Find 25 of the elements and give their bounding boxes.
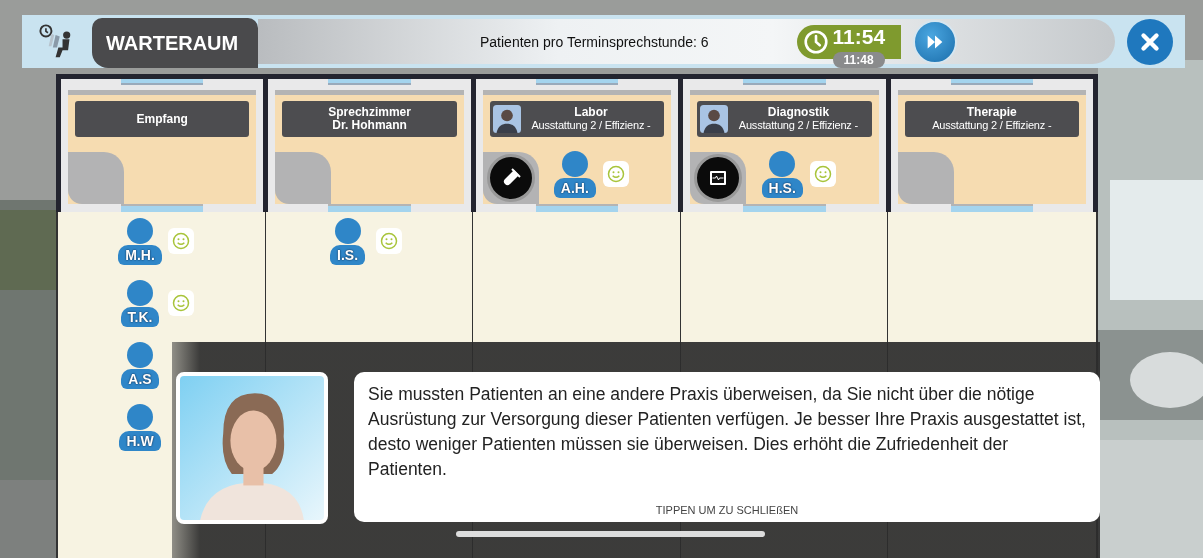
patient-figure: I.S. (323, 218, 372, 265)
screen-title: WARTERAUM (92, 18, 258, 68)
clock-icon (802, 28, 829, 55)
patient-figure: H.W (116, 404, 164, 451)
close-button[interactable] (1127, 18, 1173, 65)
room-name: Sprechzimmer Dr. Hohmann (327, 106, 412, 132)
fast-forward-button[interactable] (912, 19, 957, 64)
patient-figure: A.S (116, 342, 164, 389)
room-details: Ausstattung 2 / Effizienz - (737, 119, 859, 132)
previous-time: 11:48 (832, 51, 885, 68)
dialog-overlay[interactable] (172, 342, 1100, 558)
patient-figure: A.H. (550, 151, 599, 198)
patient-figure: T.K. (116, 280, 164, 327)
room-details: Ausstattung 2 / Effizienz - (931, 119, 1053, 132)
clock-time: 11:54 (832, 24, 886, 49)
patient-figure: M.H. (116, 218, 164, 265)
room-name: Diagnostik (766, 106, 831, 119)
message-text: Sie mussten Patienten an eine andere Praxis überweisen, da Sie nicht über die nötige Ausrüstung zur Versorgung dieser Patienten verfügen. Je besser Ihre Praxis ausgestattet ist, desto weniger Patienten müssen sie überweisen. Dies erhöht die Zufriedenheit der Patienten. (368, 383, 1086, 481)
room-details: Ausstattung 2 / Effizienz - (530, 119, 652, 132)
tap-to-close-hint[interactable]: TIPPEN UM ZU SCHLIEßEN (655, 504, 799, 516)
room-name: Labor (573, 106, 609, 119)
info-text: Patienten pro Terminsprechstunde: 6 (480, 33, 709, 50)
room-name: Therapie (965, 106, 1018, 119)
patient-figure: H.S. (758, 151, 807, 198)
room-name: Empfang (135, 112, 189, 126)
